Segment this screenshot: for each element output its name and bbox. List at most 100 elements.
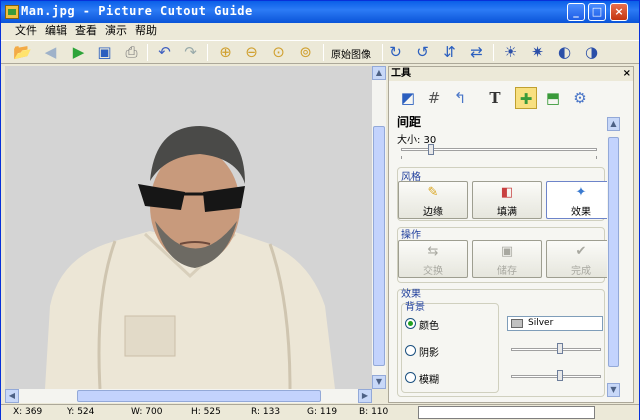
fill-button-label: 填满: [497, 207, 517, 218]
swap-button-label: 交换: [423, 266, 443, 277]
edge-button[interactable]: ✎ 边缘: [398, 181, 468, 219]
saturation-icon[interactable]: ◑: [582, 43, 601, 62]
maximize-button[interactable]: □: [588, 3, 606, 21]
flip-vertical-icon[interactable]: ⇵: [440, 43, 459, 62]
zoom-fit-icon[interactable]: ⊙: [269, 43, 288, 62]
color-select-value: Silver: [528, 318, 554, 328]
color-radio-label: 颜色: [419, 321, 439, 332]
menu-view[interactable]: 查看: [75, 24, 97, 38]
finish-icon: ✔: [575, 244, 587, 259]
image-canvas[interactable]: [5, 66, 372, 389]
back-icon[interactable]: ◀: [41, 43, 60, 62]
toolbar-separator: [207, 44, 208, 61]
menu-help[interactable]: 帮助: [135, 24, 157, 38]
panel-header: 工具 ×: [389, 67, 633, 81]
panel-close-icon[interactable]: ×: [623, 67, 631, 80]
app-window: Man.jpg - Picture Cutout Guide _ □ × 文件 …: [0, 0, 640, 420]
status-y: Y: 524: [67, 407, 95, 417]
edge-button-label: 边缘: [423, 207, 443, 218]
tools-panel: 工具 × ◩ # ↰ T ✚ ⬒ ⚙ 间距 大小: 30 风格 ✎ 边缘 ◧ 填…: [388, 66, 634, 403]
toolbar-separator: [147, 44, 148, 61]
print-icon[interactable]: ⎙: [122, 43, 141, 62]
menu-file[interactable]: 文件: [15, 24, 37, 38]
toolbar-separator: [382, 44, 383, 61]
canvas-vertical-scrollbar[interactable]: ▲ ▼: [372, 66, 386, 389]
blur-radio[interactable]: [405, 372, 416, 383]
menu-demo[interactable]: 演示: [105, 24, 127, 38]
settings-tool-icon[interactable]: ⚙: [569, 87, 591, 109]
swap-button[interactable]: ⇆ 交换: [398, 240, 468, 278]
undo-icon[interactable]: ↶: [155, 43, 174, 62]
effect-button[interactable]: ✦ 效果: [546, 181, 616, 219]
blur-slider-track[interactable]: [511, 375, 601, 378]
status-x: X: 369: [13, 407, 43, 417]
panel-scroll-up-icon[interactable]: ▲: [607, 117, 620, 131]
status-w: W: 700: [131, 407, 163, 417]
edge-icon: ✎: [427, 185, 439, 200]
color-radio[interactable]: [405, 318, 416, 329]
color-select[interactable]: Silver: [507, 316, 603, 331]
scroll-up-icon[interactable]: ▲: [372, 66, 386, 80]
flip-horizontal-icon[interactable]: ⇄: [467, 43, 486, 62]
open-icon[interactable]: 📂: [13, 43, 32, 62]
fill-button[interactable]: ◧ 填满: [472, 181, 542, 219]
brightness-icon[interactable]: ☀: [501, 43, 520, 62]
status-b: B: 110: [359, 407, 389, 417]
panel-scroll-thumb[interactable]: [608, 137, 619, 367]
ops-label: 操作: [401, 230, 421, 241]
shadow-slider-track[interactable]: [511, 348, 601, 351]
close-button[interactable]: ×: [610, 3, 628, 21]
size-slider-ticks: [401, 156, 597, 159]
rotate-cw-icon[interactable]: ↻: [386, 43, 405, 62]
status-r: R: 133: [251, 407, 281, 417]
scroll-down-icon[interactable]: ▼: [372, 375, 386, 389]
zoom-actual-icon[interactable]: ⊚: [296, 43, 315, 62]
menu-edit[interactable]: 编辑: [45, 24, 67, 38]
merge-tool-icon[interactable]: ⬒: [542, 87, 564, 109]
text-tool-icon[interactable]: T: [484, 87, 506, 109]
zoom-out-icon[interactable]: ⊖: [242, 43, 261, 62]
fill-icon: ◧: [500, 185, 514, 200]
app-icon: [5, 5, 19, 19]
status-h: H: 525: [191, 407, 221, 417]
status-message-field: [418, 406, 595, 419]
shadow-radio[interactable]: [405, 345, 416, 356]
canvas-horizontal-scrollbar[interactable]: ◀ ▶: [5, 389, 372, 403]
zoom-in-icon[interactable]: ⊕: [216, 43, 235, 62]
effect-button-label: 效果: [571, 207, 591, 218]
vertical-scroll-thumb[interactable]: [373, 126, 385, 366]
finish-button[interactable]: ✔ 完成: [546, 240, 616, 278]
original-image-label[interactable]: 原始图像: [331, 46, 371, 61]
background-label: 背景: [405, 302, 425, 313]
contrast-icon[interactable]: ◐: [555, 43, 574, 62]
panel-scroll-down-icon[interactable]: ▼: [607, 383, 620, 397]
rotate-ccw-icon[interactable]: ↺: [413, 43, 432, 62]
save-icon[interactable]: ▣: [95, 43, 114, 62]
window-title: Man.jpg - Picture Cutout Guide: [21, 4, 253, 18]
menu-bar: 文件 编辑 查看 演示 帮助: [1, 23, 639, 40]
store-button[interactable]: ▣ 储存: [472, 240, 542, 278]
horizontal-scroll-thumb[interactable]: [77, 390, 321, 402]
shadow-slider-thumb[interactable]: [557, 343, 563, 354]
finish-button-label: 完成: [571, 266, 591, 277]
blur-radio-label: 模糊: [419, 375, 439, 386]
panel-scrollbar[interactable]: ▲ ▼: [607, 117, 620, 397]
scroll-right-icon[interactable]: ▶: [358, 389, 372, 403]
store-button-label: 储存: [497, 266, 517, 277]
status-bar: X: 369 Y: 524 W: 700 H: 525 R: 133 G: 11…: [1, 404, 639, 420]
forward-icon[interactable]: ▶: [69, 43, 88, 62]
redo-icon[interactable]: ↷: [181, 43, 200, 62]
toolbar-separator: [323, 44, 324, 61]
swap-icon: ⇆: [427, 244, 439, 259]
crop-tool-icon[interactable]: ◩: [397, 87, 419, 109]
grid-tool-icon[interactable]: #: [423, 87, 445, 109]
scroll-left-icon[interactable]: ◀: [5, 389, 19, 403]
panel-title: 工具: [391, 68, 411, 79]
cutout-tool-icon[interactable]: ✚: [515, 87, 537, 109]
minimize-button[interactable]: _: [567, 3, 585, 21]
size-slider-thumb[interactable]: [428, 144, 434, 155]
blur-slider-thumb[interactable]: [557, 370, 563, 381]
undo-tool-icon[interactable]: ↰: [449, 87, 471, 109]
title-bar[interactable]: Man.jpg - Picture Cutout Guide _ □ ×: [1, 1, 639, 23]
brightness-low-icon[interactable]: ✷: [528, 43, 547, 62]
